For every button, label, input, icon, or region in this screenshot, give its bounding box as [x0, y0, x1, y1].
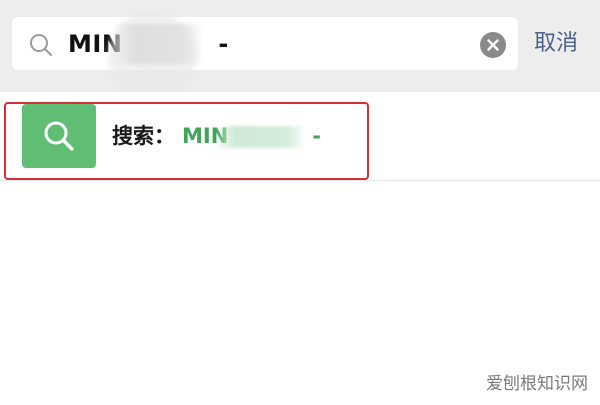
clear-button[interactable]: [480, 32, 506, 58]
cancel-button[interactable]: 取消: [534, 28, 578, 60]
search-icon: [28, 32, 54, 58]
clear-icon: [487, 39, 499, 51]
search-page: MIN - 取消 搜索： MIN - 爱刨根知识网: [0, 0, 600, 405]
highlight-box: [4, 102, 369, 180]
watermark: 爱刨根知识网: [486, 374, 588, 394]
search-query-suffix: -: [218, 30, 229, 58]
blur-redaction: [114, 24, 204, 64]
